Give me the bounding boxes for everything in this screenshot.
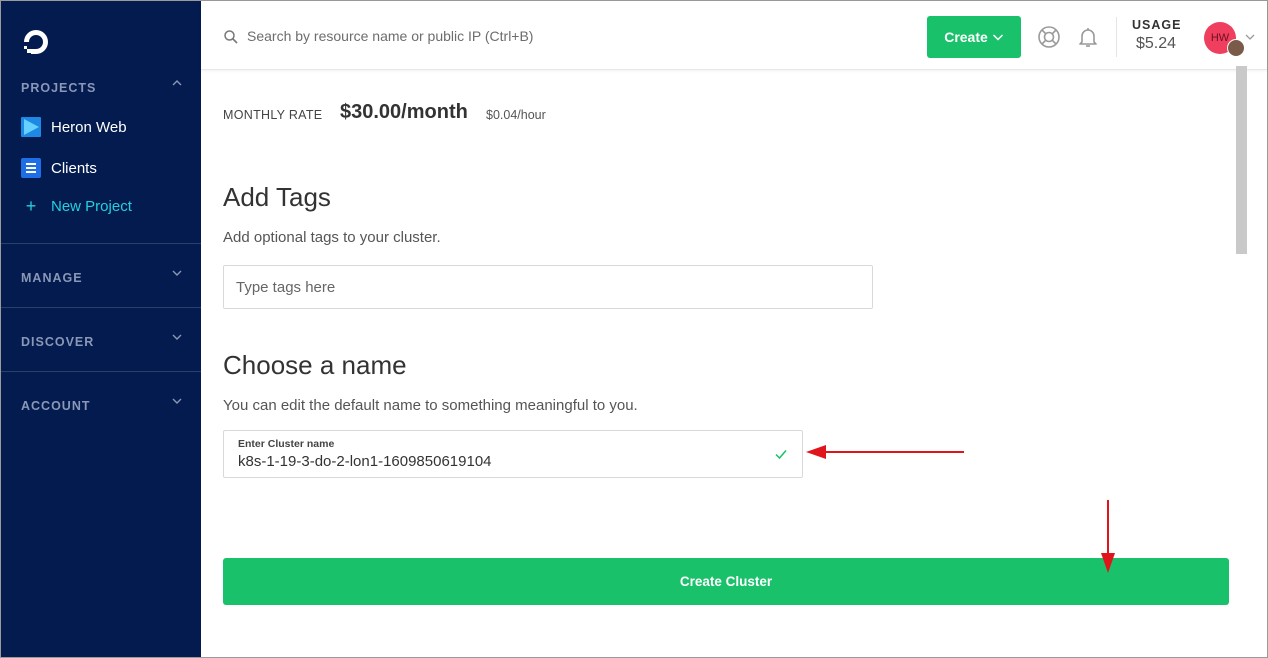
account-section-header[interactable]: ACCOUNT [21, 396, 183, 416]
bell-icon[interactable] [1076, 25, 1100, 49]
cluster-name-label: Enter Cluster name [238, 438, 335, 450]
discover-section-label: DISCOVER [21, 335, 95, 349]
help-lifebuoy-icon[interactable] [1037, 25, 1061, 49]
avatar-initials: HW [1210, 32, 1230, 44]
add-tags-heading: Add Tags [223, 182, 331, 212]
sidebar-item-label: Heron Web [51, 118, 127, 136]
chevron-down-icon [172, 334, 182, 340]
usage-label: USAGE [1132, 18, 1182, 32]
sidebar-item-clients[interactable]: Clients [21, 156, 97, 180]
digitalocean-logo-icon[interactable] [21, 27, 51, 57]
scrollbar-thumb[interactable] [1236, 66, 1247, 254]
hourly-rate: $0.04/hour [486, 108, 546, 122]
chevron-down-icon [172, 398, 182, 404]
chevron-down-icon [992, 34, 1003, 41]
header-divider [1116, 17, 1117, 57]
chevron-down-icon[interactable] [1244, 31, 1256, 43]
play-triangle-icon [21, 117, 41, 137]
discover-section-header[interactable]: DISCOVER [21, 332, 183, 352]
create-cluster-button[interactable]: Create Cluster [223, 558, 1229, 605]
user-photo-badge [1227, 39, 1245, 57]
chevron-down-icon [172, 270, 182, 276]
projects-section-header[interactable]: PROJECTS [21, 78, 183, 98]
cluster-name-input[interactable]: k8s-1-19-3-do-2-lon1-1609850619104 [238, 453, 492, 470]
tags-field [223, 265, 873, 309]
search-icon [224, 30, 238, 44]
monthly-rate-price: $30.00/month [340, 101, 468, 123]
choose-name-heading: Choose a name [223, 350, 407, 380]
tags-input[interactable] [224, 266, 868, 308]
cluster-name-field[interactable]: Enter Cluster name k8s-1-19-3-do-2-lon1-… [223, 430, 803, 478]
account-section-label: ACCOUNT [21, 399, 91, 413]
sidebar-item-heron-web[interactable]: Heron Web [21, 115, 127, 139]
sidebar-divider [1, 243, 201, 244]
create-button[interactable]: Create [927, 16, 1021, 58]
sidebar-divider [1, 307, 201, 308]
check-icon [775, 450, 787, 460]
manage-section-header[interactable]: MANAGE [21, 268, 183, 288]
new-project-label: New Project [51, 197, 132, 215]
plus-icon: + [25, 195, 37, 216]
new-project-link[interactable]: + New Project [21, 194, 132, 218]
chevron-up-icon [172, 80, 182, 86]
choose-name-description: You can edit the default name to somethi… [223, 397, 638, 414]
usage-value[interactable]: $5.24 [1136, 35, 1176, 53]
add-tags-description: Add optional tags to your cluster. [223, 229, 441, 246]
search-input[interactable] [245, 23, 869, 49]
sidebar-item-label: Clients [51, 159, 97, 177]
create-cluster-label: Create Cluster [679, 574, 773, 589]
manage-section-label: MANAGE [21, 271, 83, 285]
monthly-rate-label: MONTHLY RATE [223, 108, 323, 122]
projects-section-label: PROJECTS [21, 81, 97, 95]
top-bar: Create USAGE $5.24 HW [201, 1, 1267, 70]
list-icon [21, 158, 41, 178]
sidebar: PROJECTS Heron Web Clients + New Project… [1, 1, 201, 657]
sidebar-divider [1, 371, 201, 372]
create-button-label: Create [944, 29, 988, 45]
